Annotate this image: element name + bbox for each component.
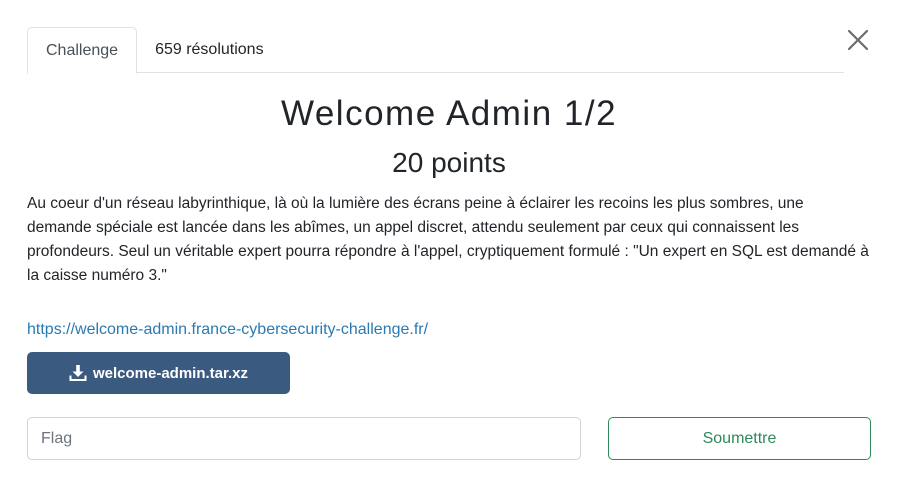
download-icon bbox=[69, 365, 87, 381]
tab-solves[interactable]: 659 résolutions bbox=[137, 27, 282, 73]
close-button[interactable] bbox=[846, 28, 870, 52]
tab-challenge[interactable]: Challenge bbox=[27, 27, 138, 74]
challenge-description: Au coeur d'un réseau labyrinthique, là o… bbox=[27, 195, 869, 284]
challenge-modal: Challenge 659 résolutions Welcome Admin … bbox=[0, 0, 898, 487]
flag-input[interactable] bbox=[27, 417, 581, 460]
challenge-link[interactable]: https://welcome-admin.france-cybersecuri… bbox=[27, 318, 428, 342]
download-label: welcome-admin.tar.xz bbox=[92, 364, 249, 382]
tab-bar: Challenge 659 résolutions bbox=[27, 27, 844, 74]
challenge-title: Welcome Admin 1/2 bbox=[280, 94, 618, 133]
close-icon bbox=[847, 29, 869, 51]
challenge-points: 20 points bbox=[392, 147, 506, 178]
submit-button[interactable]: Soumettre bbox=[608, 417, 871, 460]
download-button[interactable]: welcome-admin.tar.xz bbox=[27, 352, 290, 394]
